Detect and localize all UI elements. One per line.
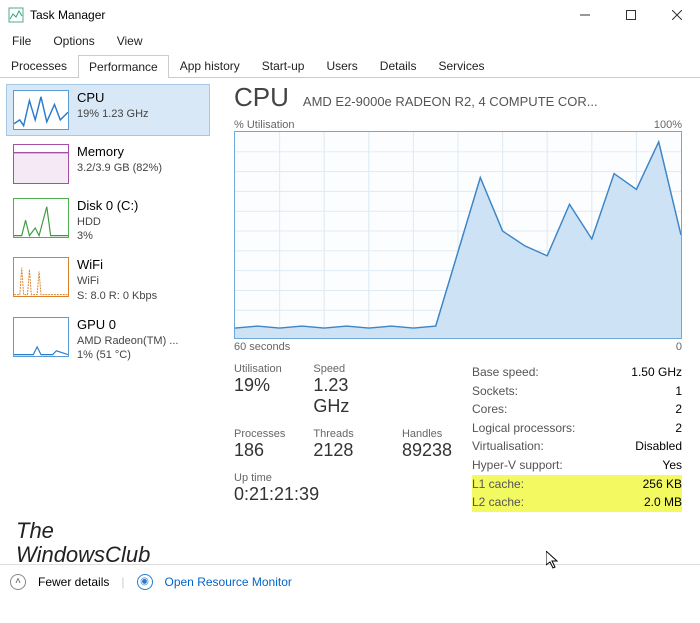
utilisation-chart — [234, 131, 682, 339]
sidebar-gpu-sub2: 1% (51 °C) — [77, 348, 178, 362]
fewer-details-link[interactable]: Fewer details — [38, 575, 109, 589]
chart-label-bl: 60 seconds — [234, 341, 290, 353]
sidebar-item-disk[interactable]: Disk 0 (C:) HDD 3% — [6, 192, 210, 249]
l1-k: L1 cache: — [472, 475, 524, 494]
tab-services[interactable]: Services — [427, 54, 495, 77]
close-button[interactable] — [654, 0, 700, 30]
proc-value: 186 — [234, 440, 285, 461]
cpu-thumb — [13, 90, 69, 130]
sidebar-gpu-title: GPU 0 — [77, 317, 178, 334]
sidebar-wifi-sub2: S: 8.0 R: 0 Kbps — [77, 289, 157, 303]
tab-users[interactable]: Users — [315, 54, 368, 77]
app-icon — [8, 7, 24, 23]
cores-k: Cores: — [472, 400, 507, 419]
l1-v: 256 KB — [643, 475, 682, 494]
l2-k: L2 cache: — [472, 493, 524, 512]
virt-k: Virtualisation: — [472, 437, 544, 456]
lp-k: Logical processors: — [472, 419, 575, 438]
sidebar-item-memory[interactable]: Memory 3.2/3.9 GB (82%) — [6, 138, 210, 190]
hv-k: Hyper-V support: — [472, 456, 563, 475]
util-value: 19% — [234, 375, 285, 396]
sidebar-mem-sub: 3.2/3.9 GB (82%) — [77, 161, 162, 175]
menu-file[interactable]: File — [6, 32, 37, 50]
sidebar-item-cpu[interactable]: CPU 19% 1.23 GHz — [6, 84, 210, 136]
base-speed-k: Base speed: — [472, 363, 539, 382]
uptime-value: 0:21:21:39 — [234, 484, 452, 505]
menu-view[interactable]: View — [111, 32, 149, 50]
tab-details[interactable]: Details — [369, 54, 428, 77]
speed-label: Speed — [313, 363, 374, 375]
chart-label-tl: % Utilisation — [234, 119, 295, 131]
cores-v: 2 — [675, 400, 682, 419]
proc-label: Processes — [234, 428, 285, 440]
tab-start-up[interactable]: Start-up — [251, 54, 316, 77]
sidebar-wifi-sub: WiFi — [77, 274, 157, 288]
sidebar-item-gpu[interactable]: GPU 0 AMD Radeon(TM) ... 1% (51 °C) — [6, 311, 210, 368]
open-resource-monitor-link[interactable]: Open Resource Monitor — [165, 575, 292, 589]
minimize-button[interactable] — [562, 0, 608, 30]
sockets-v: 1 — [675, 382, 682, 401]
sidebar-wifi-title: WiFi — [77, 257, 157, 274]
memory-thumb — [13, 144, 69, 184]
resource-monitor-icon[interactable]: ◉ — [137, 574, 153, 590]
wifi-thumb — [13, 257, 69, 297]
thr-value: 2128 — [313, 440, 374, 461]
util-label: Utilisation — [234, 363, 285, 375]
menu-options[interactable]: Options — [47, 32, 100, 50]
lp-v: 2 — [675, 419, 682, 438]
thr-label: Threads — [313, 428, 374, 440]
sidebar-disk-sub2: 3% — [77, 229, 138, 243]
base-speed-v: 1.50 GHz — [631, 363, 682, 382]
hv-v: Yes — [662, 456, 682, 475]
sidebar-disk-title: Disk 0 (C:) — [77, 198, 138, 215]
sockets-k: Sockets: — [472, 382, 518, 401]
sidebar-disk-sub: HDD — [77, 215, 138, 229]
tab-performance[interactable]: Performance — [78, 55, 169, 78]
maximize-button[interactable] — [608, 0, 654, 30]
chevron-up-icon[interactable]: ˄ — [10, 574, 26, 590]
disk-thumb — [13, 198, 69, 238]
l2-v: 2.0 MB — [644, 493, 682, 512]
tab-processes[interactable]: Processes — [0, 54, 78, 77]
hnd-label: Handles — [402, 428, 452, 440]
uptime-label: Up time — [234, 472, 452, 484]
window-title: Task Manager — [30, 8, 105, 22]
gpu-thumb — [13, 317, 69, 357]
chart-label-tr: 100% — [654, 119, 682, 131]
page-title: CPU — [234, 82, 289, 113]
speed-value: 1.23 GHz — [313, 375, 374, 417]
sidebar-gpu-sub: AMD Radeon(TM) ... — [77, 334, 178, 348]
sidebar-item-wifi[interactable]: WiFi WiFi S: 8.0 R: 0 Kbps — [6, 251, 210, 308]
chart-label-br: 0 — [676, 341, 682, 353]
virt-v: Disabled — [635, 437, 682, 456]
sidebar-cpu-sub: 19% 1.23 GHz — [77, 107, 149, 121]
tab-app-history[interactable]: App history — [169, 54, 251, 77]
sidebar-cpu-title: CPU — [77, 90, 149, 107]
hnd-value: 89238 — [402, 440, 452, 461]
sidebar-mem-title: Memory — [77, 144, 162, 161]
cpu-model: AMD E2-9000e RADEON R2, 4 COMPUTE COR... — [303, 94, 598, 109]
